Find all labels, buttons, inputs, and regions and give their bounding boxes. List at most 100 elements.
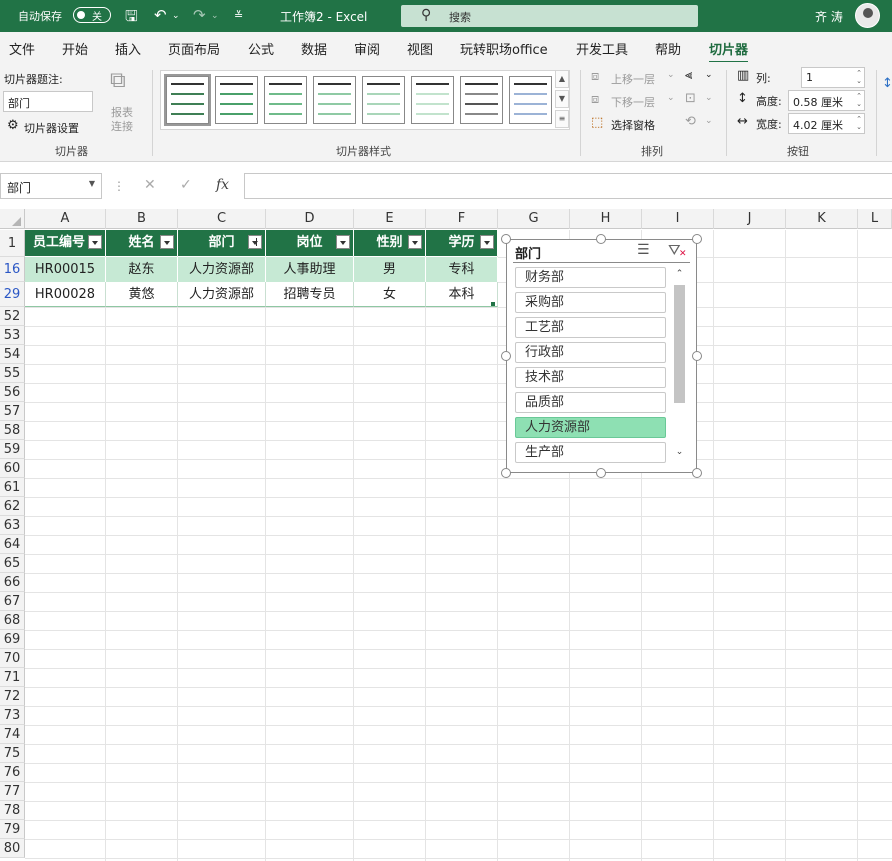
- row-header[interactable]: 1: [0, 230, 25, 257]
- slicer-style-6[interactable]: [411, 76, 454, 124]
- row-header[interactable]: 63: [0, 516, 25, 535]
- row-header[interactable]: 54: [0, 345, 25, 364]
- column-header-k[interactable]: K: [786, 209, 858, 229]
- row-header[interactable]: 56: [0, 383, 25, 402]
- redo-icon[interactable]: ↷: [193, 6, 206, 24]
- tab-developer[interactable]: 开发工具: [576, 39, 628, 58]
- save-icon[interactable]: 🖫: [125, 6, 138, 31]
- column-header-d[interactable]: D: [266, 209, 354, 229]
- send-backward-button[interactable]: 下移一层: [611, 94, 655, 110]
- selection-pane-button[interactable]: 选择窗格: [611, 117, 655, 133]
- resize-handle[interactable]: [692, 351, 702, 361]
- search-box[interactable]: ⚲ 搜索: [401, 5, 698, 27]
- row-header[interactable]: 16: [0, 257, 25, 282]
- rotate-dropdown-icon[interactable]: ⌄: [705, 116, 713, 126]
- row-header[interactable]: 67: [0, 592, 25, 611]
- row-header[interactable]: 62: [0, 497, 25, 516]
- resize-handle[interactable]: [501, 351, 511, 361]
- tab-page-layout[interactable]: 页面布局: [168, 39, 220, 58]
- resize-handle[interactable]: [501, 234, 511, 244]
- slicer-style-5[interactable]: [362, 76, 405, 124]
- resize-handle[interactable]: [596, 468, 606, 478]
- row-header[interactable]: 65: [0, 554, 25, 573]
- row-header[interactable]: 75: [0, 744, 25, 763]
- columns-input[interactable]: 1 ⌃ ⌄: [801, 67, 865, 88]
- width-spinner-icon[interactable]: ⌃ ⌄: [856, 115, 862, 131]
- gallery-scroll-up[interactable]: ▲: [555, 70, 569, 88]
- row-header[interactable]: 64: [0, 535, 25, 554]
- table-cell[interactable]: 人事助理: [266, 257, 354, 282]
- tab-slicer[interactable]: 切片器: [709, 39, 749, 64]
- slicer-scrollbar[interactable]: ⌃ ⌄: [671, 267, 688, 464]
- select-all-corner[interactable]: [0, 209, 25, 229]
- align-dropdown-icon[interactable]: ⌄: [705, 70, 713, 80]
- row-header[interactable]: 66: [0, 573, 25, 592]
- tab-data[interactable]: 数据: [301, 39, 327, 58]
- table-cell[interactable]: 男: [354, 257, 426, 282]
- column-header-b[interactable]: B: [106, 209, 178, 229]
- slicer-item[interactable]: 工艺部: [515, 317, 666, 338]
- table-cell[interactable]: 女: [354, 282, 426, 307]
- slicer-style-1[interactable]: [164, 74, 211, 126]
- tab-view[interactable]: 视图: [407, 39, 433, 58]
- filter-dropdown-icon[interactable]: [480, 235, 494, 249]
- column-header-g[interactable]: G: [498, 209, 570, 229]
- row-header[interactable]: 74: [0, 725, 25, 744]
- report-connections-label-2[interactable]: 连接: [111, 118, 133, 134]
- align-icon[interactable]: ⫷: [685, 68, 692, 83]
- row-header[interactable]: 55: [0, 364, 25, 383]
- row-header[interactable]: 52: [0, 307, 25, 326]
- formula-input[interactable]: [244, 173, 892, 199]
- row-header[interactable]: 79: [0, 820, 25, 839]
- slicer-style-7[interactable]: [460, 76, 503, 124]
- tab-home[interactable]: 开始: [62, 39, 88, 58]
- slicer-item[interactable]: 采购部: [515, 292, 666, 313]
- slicer-style-4[interactable]: [313, 76, 356, 124]
- column-header-f[interactable]: F: [426, 209, 498, 229]
- cancel-icon[interactable]: ✕: [144, 177, 156, 193]
- avatar[interactable]: [855, 3, 880, 28]
- group-dropdown-icon[interactable]: ⌄: [705, 93, 713, 103]
- rotate-icon[interactable]: ⟲: [685, 114, 696, 129]
- name-box[interactable]: 部门 ▼: [0, 173, 102, 199]
- bring-forward-dropdown-icon[interactable]: ⌄: [667, 70, 675, 80]
- tab-insert[interactable]: 插入: [115, 39, 141, 58]
- filter-active-icon[interactable]: [248, 235, 262, 249]
- autosave-toggle[interactable]: 关: [73, 7, 111, 23]
- bring-forward-button[interactable]: 上移一层: [611, 71, 655, 87]
- insert-function-icon[interactable]: fx: [216, 177, 229, 193]
- slicer-caption-input[interactable]: 部门: [3, 91, 93, 112]
- gallery-scroll-down[interactable]: ▼: [555, 90, 569, 108]
- slicer-settings-icon[interactable]: ⚙: [7, 118, 19, 133]
- row-header[interactable]: 61: [0, 478, 25, 497]
- row-header[interactable]: 76: [0, 763, 25, 782]
- slicer-style-8[interactable]: [509, 76, 552, 124]
- undo-icon[interactable]: ↶: [154, 6, 167, 24]
- tab-help[interactable]: 帮助: [655, 39, 681, 58]
- table-cell[interactable]: 招聘专员: [266, 282, 354, 307]
- filter-dropdown-icon[interactable]: [408, 235, 422, 249]
- filter-dropdown-icon[interactable]: [336, 235, 350, 249]
- resize-handle[interactable]: [501, 468, 511, 478]
- table-header-cell[interactable]: 部门: [178, 230, 266, 256]
- customize-qat-icon[interactable]: ≚: [234, 9, 243, 22]
- tab-file[interactable]: 文件: [9, 39, 35, 58]
- table-cell[interactable]: HR00028: [25, 282, 106, 307]
- table-cell[interactable]: 本科: [426, 282, 498, 307]
- row-header[interactable]: 60: [0, 459, 25, 478]
- column-header-j[interactable]: J: [714, 209, 786, 229]
- table-cell[interactable]: 人力资源部: [178, 257, 266, 282]
- redo-dropdown-icon[interactable]: ⌄: [211, 11, 219, 21]
- worksheet-grid[interactable]: [25, 230, 892, 861]
- table-header-cell[interactable]: 岗位: [266, 230, 354, 256]
- columns-spinner-icon[interactable]: ⌃ ⌄: [856, 69, 862, 85]
- row-header[interactable]: 29: [0, 282, 25, 307]
- height-input[interactable]: 0.58 厘米 ⌃ ⌄: [788, 90, 865, 111]
- table-header-cell[interactable]: 员工编号: [25, 230, 106, 256]
- column-header-l[interactable]: L: [858, 209, 892, 229]
- table-resize-handle[interactable]: [491, 302, 495, 306]
- slicer-item-selected[interactable]: 人力资源部: [515, 417, 666, 438]
- table-cell[interactable]: 人力资源部: [178, 282, 266, 307]
- row-header[interactable]: 77: [0, 782, 25, 801]
- row-header[interactable]: 57: [0, 402, 25, 421]
